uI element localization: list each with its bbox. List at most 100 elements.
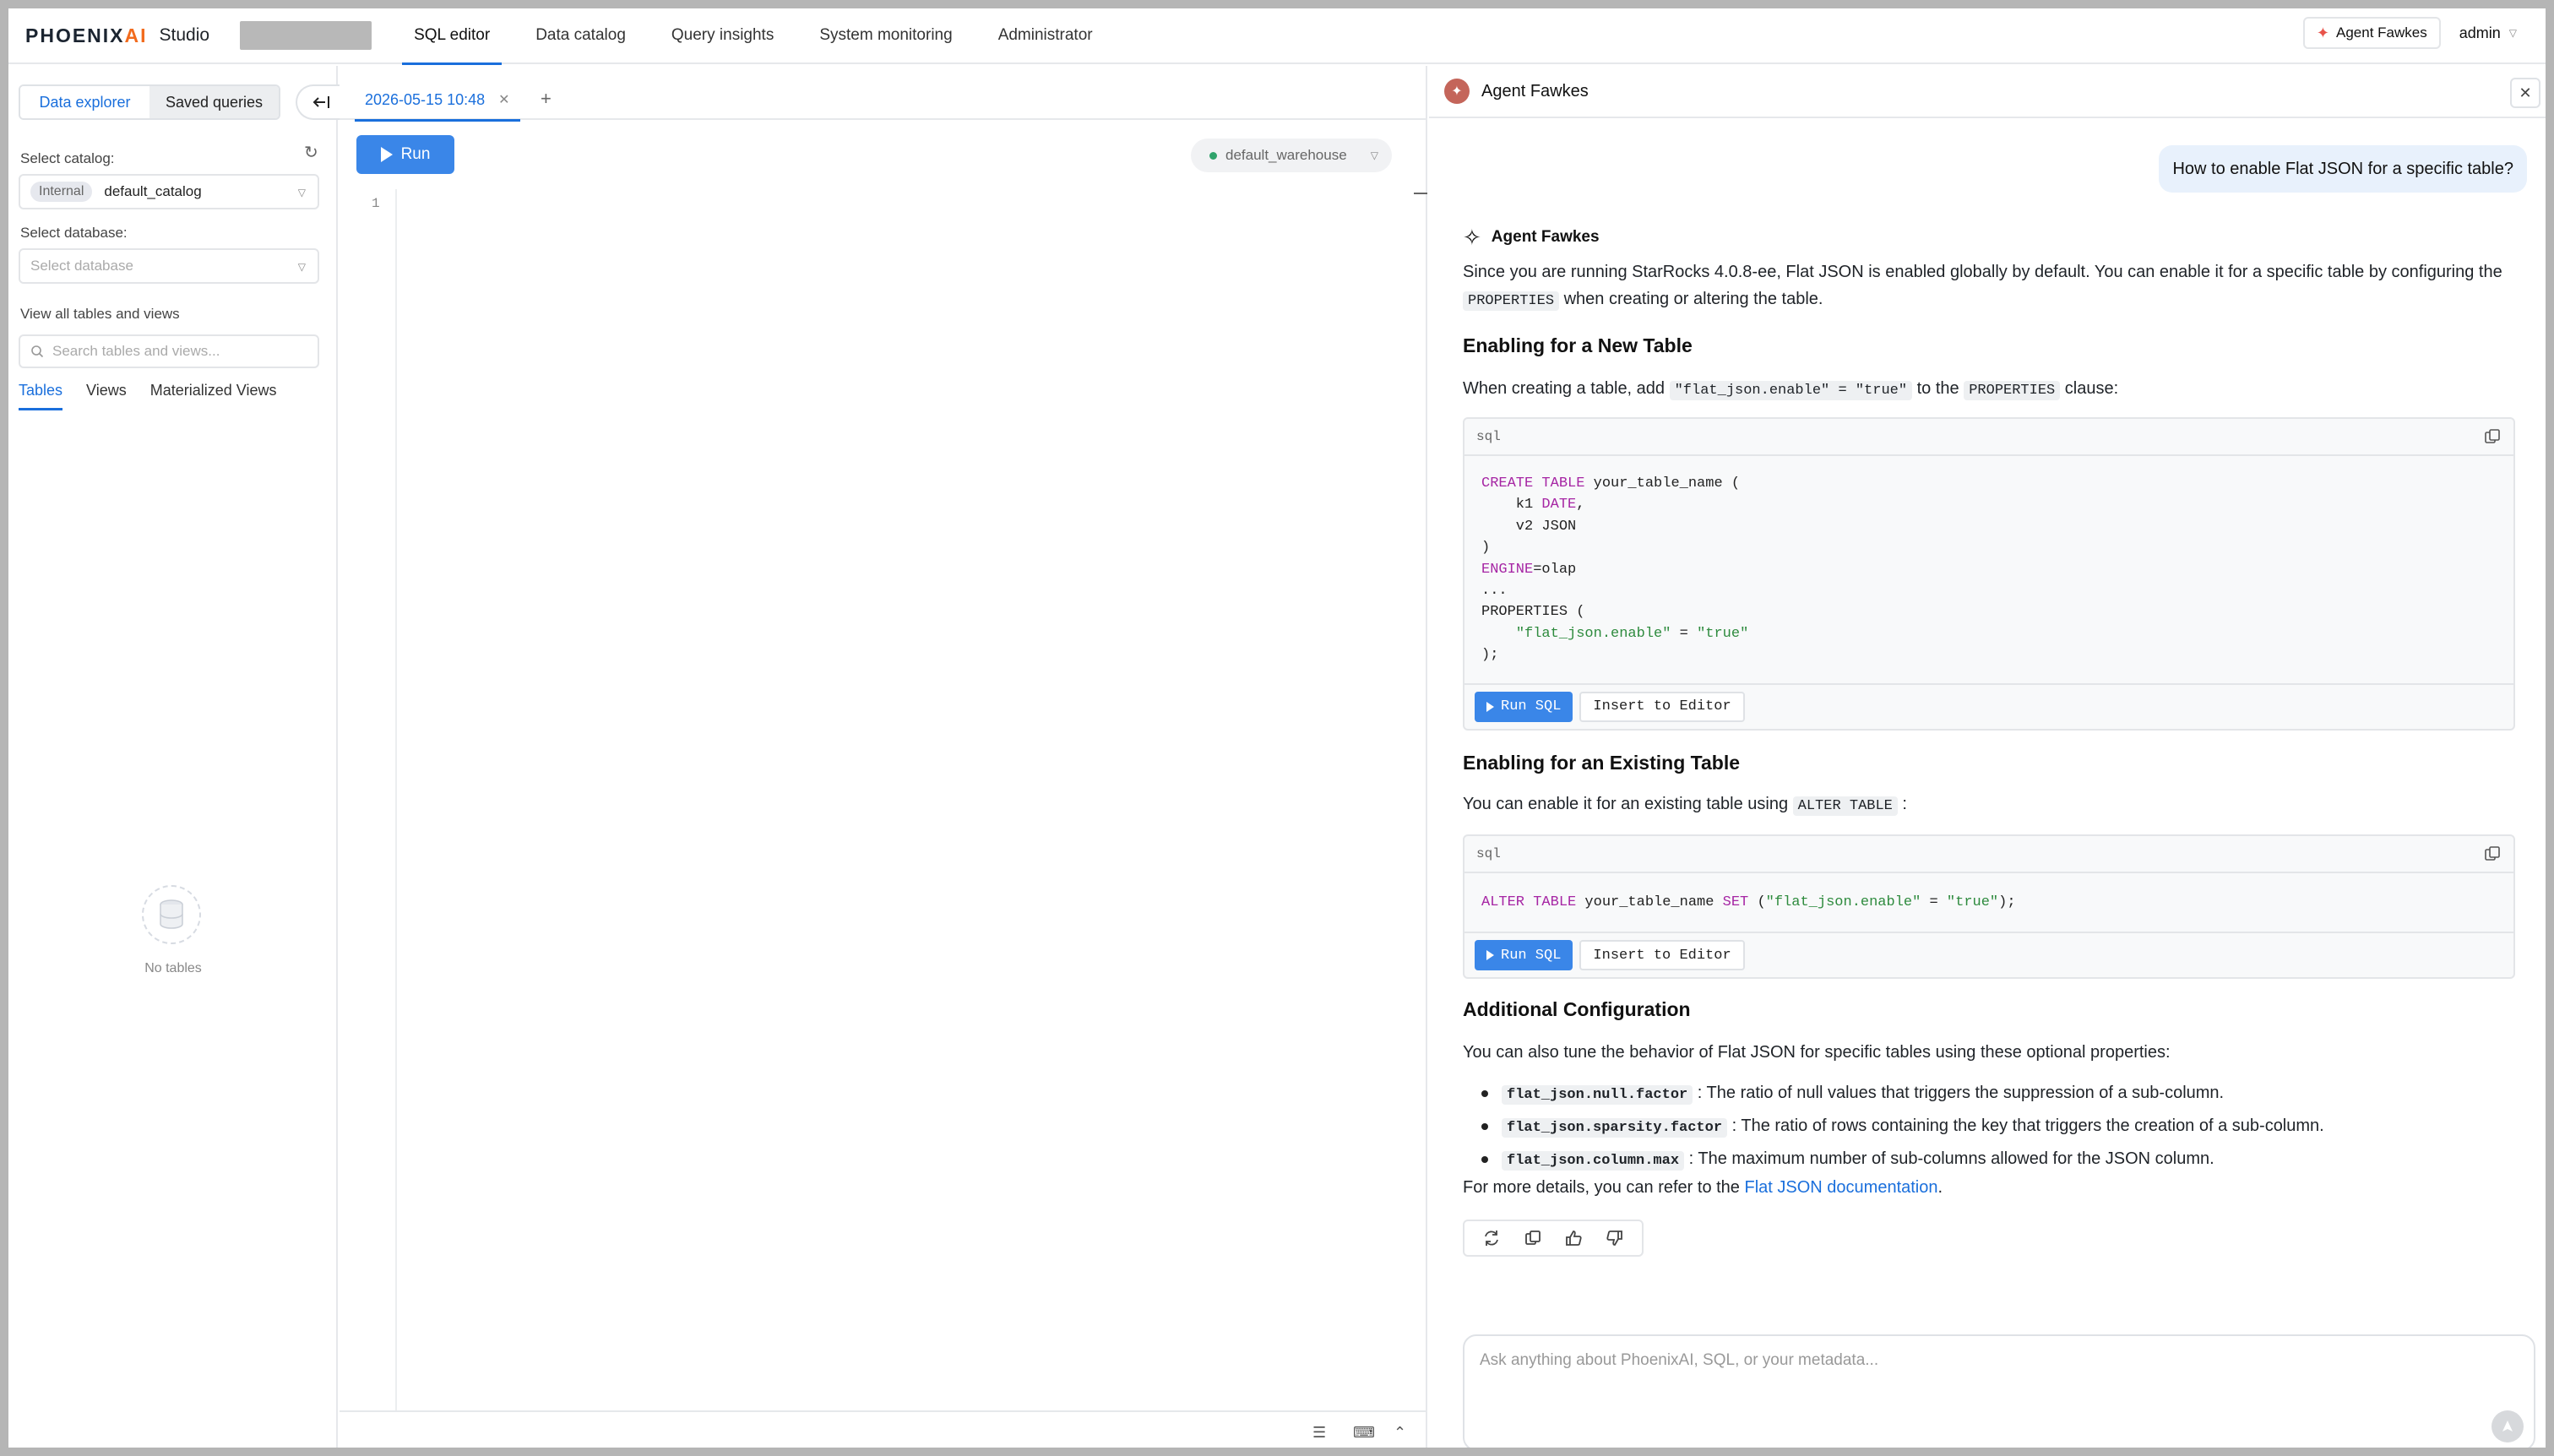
select-catalog-label: Select catalog:	[20, 150, 115, 166]
close-agent-panel-button[interactable]: ✕	[2510, 78, 2540, 108]
chevron-up-icon[interactable]: ⌃	[1394, 1424, 1406, 1442]
inline-code: flat_json.sparsity.factor	[1502, 1118, 1728, 1138]
code-language-label: sql	[1476, 429, 1501, 444]
sidebar-segment-control: Data explorer Saved queries	[19, 84, 280, 120]
reply-intro: Since you are running StarRocks 4.0.8-ee…	[1463, 258, 2519, 315]
code-block-actions: Run SQL Insert to Editor	[1464, 932, 2513, 977]
nav-administrator[interactable]: Administrator	[986, 8, 1105, 63]
query-tab[interactable]: 2026-05-15 10:48 ✕	[355, 79, 520, 122]
object-type-tabs: Tables Views Materialized Views	[19, 382, 300, 410]
tab-views[interactable]: Views	[86, 382, 127, 410]
nav-query-insights[interactable]: Query insights	[660, 8, 785, 63]
warehouse-select[interactable]: default_warehouse ▽	[1191, 139, 1392, 172]
inline-code: flat_json.column.max	[1502, 1151, 1685, 1171]
top-navigation-bar: PHOENIXAI Studio SQL editor Data catalog…	[8, 8, 2546, 65]
agent-fawkes-button-label: Agent Fawkes	[2336, 24, 2427, 41]
brand-logo: PHOENIXAI	[25, 24, 148, 46]
list-item: flat_json.sparsity.factor : The ratio of…	[1463, 1111, 2515, 1144]
run-sql-button[interactable]: Run SQL	[1475, 940, 1573, 971]
app-window: PHOENIXAI Studio SQL editor Data catalog…	[8, 8, 2546, 1448]
nav-system-monitoring[interactable]: System monitoring	[807, 8, 964, 63]
copy-icon[interactable]	[2483, 845, 2502, 863]
view-all-tables-label: View all tables and views	[20, 306, 180, 322]
agent-prompt-textarea[interactable]	[1480, 1351, 2476, 1402]
code-block-actions: Run SQL Insert to Editor	[1464, 682, 2513, 729]
chevron-down-icon: ▽	[297, 187, 306, 198]
agent-reply: ✧ Agent Fawkes Since you are running Sta…	[1463, 223, 2519, 1257]
section-existing-table-text: You can enable it for an existing table …	[1463, 790, 1907, 820]
section-heading-new-table: Enabling for a New Table	[1463, 334, 1693, 356]
reply-footer-text: .	[1937, 1178, 1943, 1197]
database-select[interactable]: Select database ▽	[19, 248, 319, 284]
close-tab-icon[interactable]: ✕	[498, 91, 509, 108]
refresh-icon[interactable]: ↻	[304, 142, 318, 163]
section-text: clause:	[2060, 379, 2119, 398]
sparkle-icon: ✦	[2316, 24, 2329, 41]
catalog-select-value: default_catalog	[104, 183, 202, 199]
code-block-alter-table: sql ALTER TABLE your_table_name SET ("fl…	[1463, 834, 2515, 980]
section-heading-additional-config: Additional Configuration	[1463, 998, 1691, 1020]
copy-icon[interactable]	[2483, 427, 2502, 446]
code-block-body: ALTER TABLE your_table_name SET ("flat_j…	[1481, 894, 2016, 910]
run-sql-button[interactable]: Run SQL	[1475, 691, 1573, 722]
segment-data-explorer[interactable]: Data explorer	[20, 86, 149, 118]
send-button[interactable]	[2492, 1410, 2524, 1442]
run-query-button[interactable]: Run	[356, 135, 454, 174]
section-additional-config-text: You can also tune the behavior of Flat J…	[1463, 1043, 2171, 1062]
brand[interactable]: PHOENIXAI Studio	[25, 8, 372, 63]
code-editor-area[interactable]	[399, 189, 1412, 1410]
agent-fawkes-button[interactable]: ✦ Agent Fawkes	[2302, 17, 2441, 49]
inline-code: ALTER TABLE	[1792, 796, 1898, 816]
main-nav: SQL editor Data catalog Query insights S…	[402, 8, 1127, 65]
run-query-label: Run	[400, 145, 431, 163]
list-item: flat_json.null.factor : The ratio of nul…	[1463, 1078, 2515, 1111]
editor-footer: ☰ ⌨ ⌃	[340, 1410, 1427, 1448]
thumbs-up-icon[interactable]	[1562, 1227, 1584, 1249]
collapse-sidebar-button[interactable]	[296, 84, 345, 120]
table-search-input[interactable]	[52, 343, 297, 360]
chevron-down-icon: ▽	[297, 261, 306, 273]
agent-reply-author: Agent Fawkes	[1491, 228, 1600, 246]
agent-panel-title: Agent Fawkes	[1481, 81, 1589, 101]
inline-code: "flat_json.enable" = "true"	[1669, 381, 1913, 400]
segment-saved-queries[interactable]: Saved queries	[149, 86, 279, 118]
warehouse-name: default_warehouse	[1225, 147, 1347, 163]
add-tab-icon[interactable]: +	[541, 88, 552, 110]
user-menu[interactable]: admin ▽	[2459, 24, 2517, 42]
reply-footer-text: For more details, you can refer to the	[1463, 1178, 1745, 1197]
code-block-header: sql	[1464, 836, 2513, 873]
section-text: to the	[1912, 379, 1964, 398]
code-block-header: sql	[1464, 419, 2513, 456]
list-item-text: : The ratio of null values that triggers…	[1693, 1084, 2225, 1102]
database-empty-icon	[142, 885, 201, 944]
line-number-gutter: 1	[340, 189, 397, 1412]
list-item: flat_json.column.max : The maximum numbe…	[1463, 1144, 2515, 1176]
send-icon	[2502, 1421, 2513, 1432]
thumbs-down-icon[interactable]	[1604, 1227, 1626, 1249]
nav-data-catalog[interactable]: Data catalog	[524, 8, 638, 63]
insert-to-editor-button[interactable]: Insert to Editor	[1579, 691, 1745, 722]
format-icon[interactable]: ☰	[1312, 1424, 1326, 1442]
user-name: admin	[2459, 24, 2501, 41]
redacted-block	[240, 21, 372, 50]
insert-to-editor-button[interactable]: Insert to Editor	[1579, 940, 1745, 971]
copy-icon[interactable]	[1522, 1227, 1544, 1249]
code-block-body: CREATE TABLE your_table_name ( k1 DATE, …	[1481, 475, 1749, 664]
flat-json-docs-link[interactable]: Flat JSON documentation	[1745, 1178, 1938, 1197]
nav-sql-editor[interactable]: SQL editor	[402, 8, 503, 65]
inline-code: flat_json.null.factor	[1502, 1085, 1693, 1105]
catalog-select[interactable]: Internal default_catalog ▽	[19, 174, 319, 209]
top-right-controls: ✦ Agent Fawkes admin ▽	[2302, 17, 2517, 49]
brand-studio-label: Studio	[159, 25, 210, 45]
tab-materialized-views[interactable]: Materialized Views	[150, 382, 277, 410]
agent-chat-input	[1463, 1334, 2535, 1448]
editor-scrollbar[interactable]	[1414, 193, 1427, 194]
regenerate-icon[interactable]	[1481, 1227, 1503, 1249]
agent-panel: ✦ Agent Fawkes ✕ How to enable Flat JSON…	[1429, 66, 2546, 1448]
tab-tables[interactable]: Tables	[19, 382, 63, 410]
code-language-label: sql	[1476, 846, 1501, 861]
list-item-text: : The ratio of rows containing the key t…	[1727, 1116, 2324, 1135]
collapse-left-icon	[312, 96, 329, 108]
inline-code: PROPERTIES	[1463, 291, 1560, 311]
keyboard-icon[interactable]: ⌨	[1353, 1424, 1375, 1442]
